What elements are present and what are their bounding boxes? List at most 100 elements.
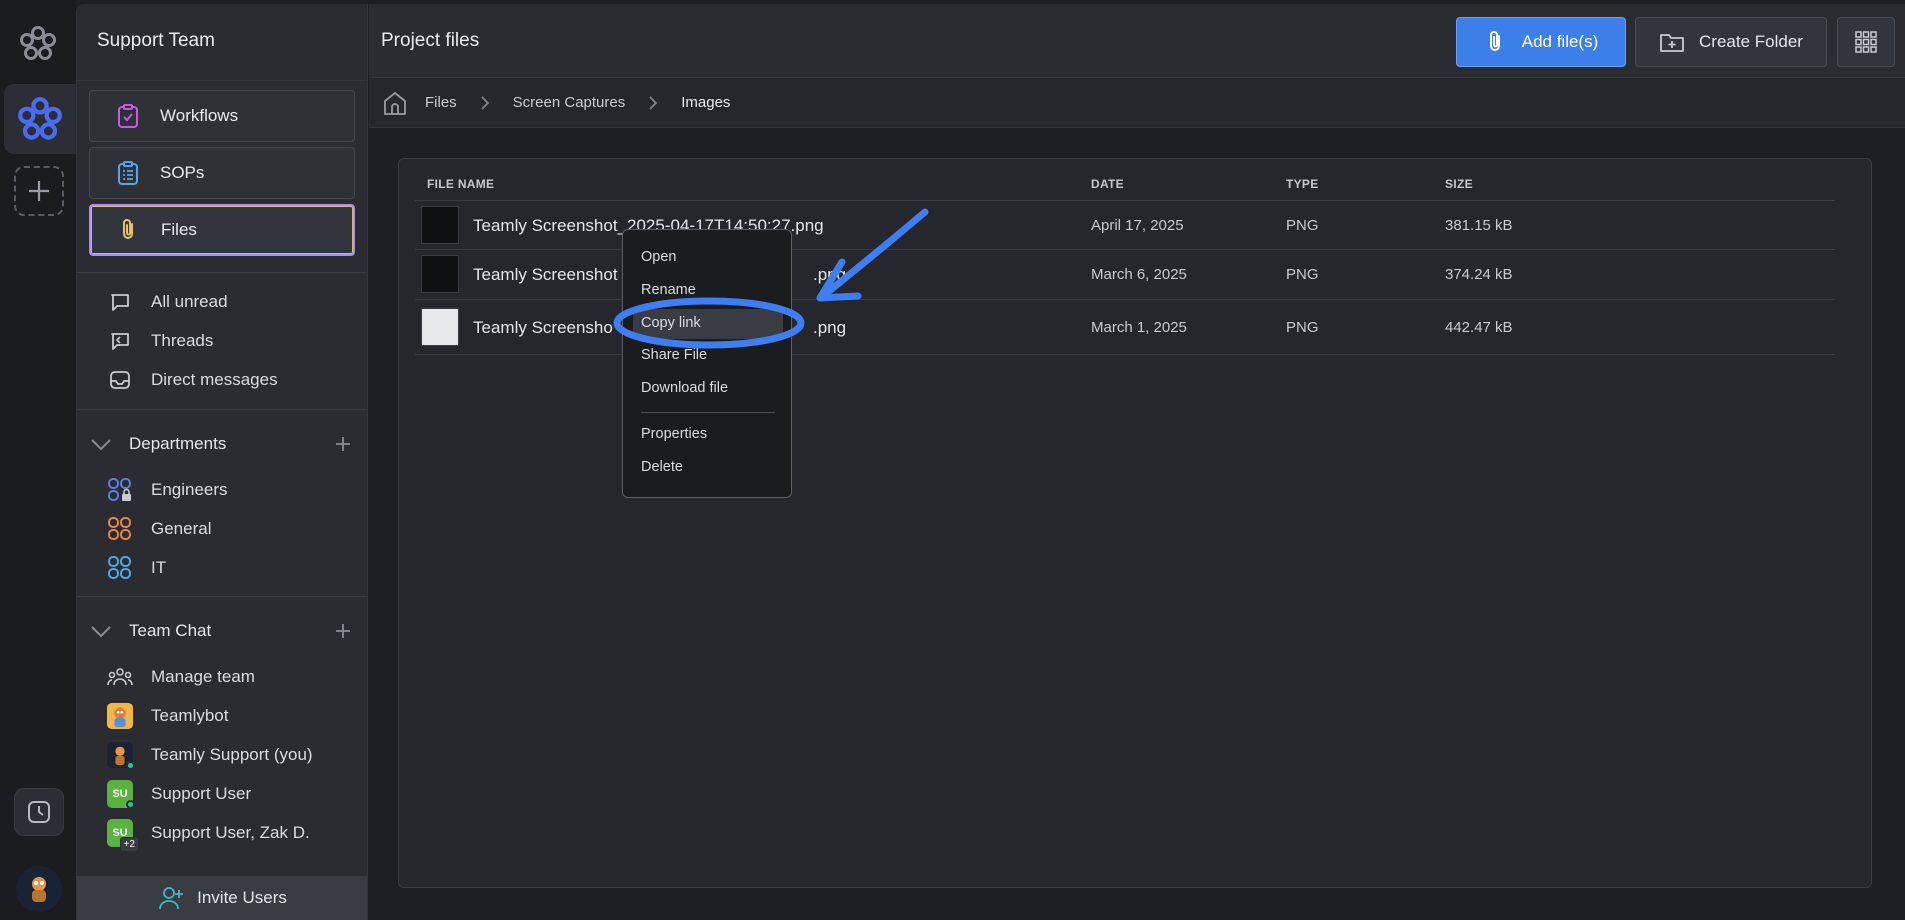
workspace-rail [0,0,76,920]
teamlybot-avatar [107,703,133,729]
chat-manage-team[interactable]: Manage team [107,662,255,692]
team-name: Support Team [97,30,215,51]
file-date: March 1, 2025 [1091,319,1187,336]
file-date: April 17, 2025 [1091,217,1184,234]
member-count-badge: +2 [119,837,139,852]
file-thumbnail [421,255,459,293]
file-size: 381.15 kB [1445,217,1513,234]
invite-users-button[interactable]: Invite Users [77,876,367,920]
sidebar-card-sops[interactable]: SOPs [89,147,355,199]
page-title: Project files [381,30,480,51]
sidebar-card-files[interactable]: Files [89,204,355,256]
breadcrumb-files[interactable]: Files [425,94,457,111]
breadcrumb: Files Screen Captures Images [369,78,1905,128]
department-general[interactable]: General [107,514,211,544]
add-files-label: Add file(s) [1521,32,1599,51]
breadcrumb-images: Images [681,94,731,111]
team-chat-section-header[interactable]: Team Chat [89,616,359,646]
sidebar-item-label: Support User [151,784,252,803]
menu-item-copy-link[interactable]: Copy link [641,315,701,331]
channel-icon [107,555,133,581]
team-icon [107,664,133,690]
menu-item-rename[interactable]: Rename [641,282,696,298]
workspace-support-team[interactable] [4,84,76,154]
group-avatar: SU +2 [107,819,139,852]
file-type: PNG [1286,266,1319,283]
menu-item-delete[interactable]: Delete [641,459,683,475]
file-context-menu: Open Rename Copy link Share File Downloa… [622,229,792,498]
column-header-date[interactable]: DATE [1091,177,1124,191]
menu-divider [641,412,775,413]
chat-support-user-group[interactable]: SU +2 Support User, Zak D. [107,818,310,852]
clipboard-list-icon [114,159,142,187]
add-user-icon [159,887,184,910]
section-title: Departments [129,434,227,453]
sidebar-item-label: Support User, Zak D. [151,823,310,842]
chevron-down-icon [91,626,111,638]
sidebar-item-all-unread[interactable]: All unread [107,287,228,317]
divider [77,409,367,410]
divider [77,272,367,273]
menu-item-properties[interactable]: Properties [641,426,707,442]
file-name-end: .png [813,265,847,284]
file-thumbnail [421,206,459,244]
chevron-right-icon [649,95,658,110]
column-header-type[interactable]: TYPE [1286,177,1319,191]
online-status-dot [126,761,135,770]
menu-item-open[interactable]: Open [641,249,676,265]
file-thumbnail [421,308,459,346]
chat-teamly-support[interactable]: Teamly Support (you) [107,740,313,770]
channel-icon [107,516,133,542]
sidebar-item-threads[interactable]: Threads [107,326,213,356]
sidebar-item-label: Direct messages [151,370,278,389]
file-type: PNG [1286,217,1319,234]
folder-plus-icon [1660,34,1684,52]
apps-grid-button[interactable] [1837,17,1895,67]
threads-icon [107,328,133,354]
invite-label: Invite Users [197,888,287,907]
create-folder-label: Create Folder [1699,32,1803,51]
sidebar-item-label: All unread [151,292,228,311]
support-user-avatar: SU [107,780,135,809]
plus-icon [29,181,49,201]
sidebar-card-label: SOPs [160,163,205,182]
sidebar-card-workflows[interactable]: Workflows [89,90,355,142]
file-size: 442.47 kB [1445,319,1513,336]
departments-section-header[interactable]: Departments [89,429,359,459]
sidebar-item-label: Teamlybot [151,706,229,725]
history-button[interactable] [14,788,64,836]
department-engineers[interactable]: Engineers [107,475,228,505]
sidebar-item-label: Teamly Support (you) [151,745,313,764]
column-header-size[interactable]: SIZE [1445,177,1473,191]
grid-icon [1855,31,1877,53]
chevron-right-icon [481,95,489,110]
menu-item-download-file[interactable]: Download file [641,380,728,396]
breadcrumb-screen-captures[interactable]: Screen Captures [513,94,626,111]
department-it[interactable]: IT [107,553,166,583]
inbox-icon [107,367,133,393]
bot-avatar-icon [32,877,46,902]
online-status-dot [126,800,135,809]
sidebar-item-label: Manage team [151,667,255,686]
create-folder-button[interactable]: Create Folder [1635,17,1827,67]
add-chat-icon[interactable] [331,619,355,643]
clipboard-check-icon [114,102,142,130]
sidebar-item-label: Threads [151,331,214,350]
menu-item-share-file[interactable]: Share File [641,347,707,363]
home-icon[interactable] [381,89,409,117]
add-workspace-button[interactable] [14,166,64,216]
files-panel: FILE NAME DATE TYPE SIZE Teamly Screensh… [398,158,1872,888]
chat-teamlybot[interactable]: Teamlybot [107,701,228,731]
sidebar-item-direct-messages[interactable]: Direct messages [107,365,278,395]
page-header: Project files Add file(s) Create Folder [369,4,1905,78]
add-files-button[interactable]: Add file(s) [1456,17,1626,67]
file-type: PNG [1286,319,1319,336]
locked-channel-icon [107,477,133,503]
chat-support-user[interactable]: SU Support User [107,779,251,809]
sidebar-card-label: Workflows [160,106,239,125]
add-department-icon[interactable] [331,432,355,456]
column-header-file-name[interactable]: FILE NAME [427,177,494,191]
divider [77,80,367,81]
user-avatar[interactable] [16,866,62,912]
sidebar-item-label: Engineers [151,480,228,499]
